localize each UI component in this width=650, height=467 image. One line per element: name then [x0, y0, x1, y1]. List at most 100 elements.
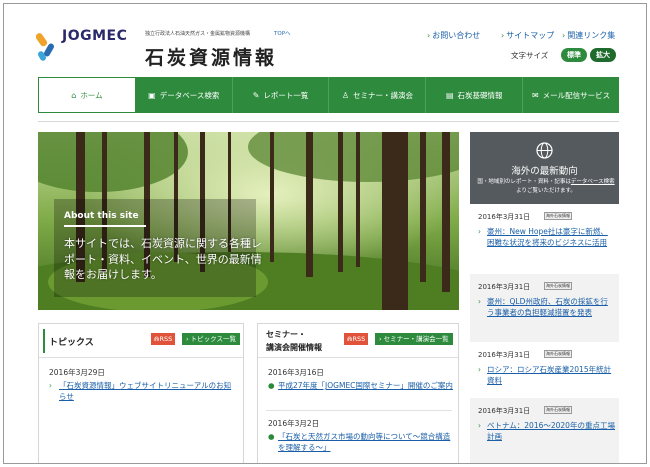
seminar-link-text: 平成27年度「JOGMEC国際セミナー」開催のご案内	[278, 381, 453, 390]
overseas-desc-suffix: よりご覧いただけます。	[516, 188, 576, 194]
seminar-title-line2: 講演会開催情報	[266, 343, 322, 352]
rss-label: RSS	[352, 335, 366, 343]
overseas-item-text: ロシア：ロシア石炭産業2015年統計資料	[487, 365, 612, 385]
section-accent-bar	[43, 329, 45, 353]
topics-section: トピックス ⋒RSS › トピックス一覧 2016年3月29日 › 「石炭資源情報…	[38, 323, 244, 463]
seminar-link-text: 「石炭と天然ガス市場の動向等について～競合構造を理解する～」	[278, 432, 451, 452]
seminar-list-button[interactable]: › セミナー・講演会一覧	[375, 333, 453, 345]
rss-label: RSS	[159, 335, 173, 343]
overseas-item-badge: 海外石炭情報	[544, 212, 572, 220]
overseas-title: 海外の最新動向	[511, 166, 578, 177]
nav-label: ホーム	[80, 90, 103, 100]
page-frame: JOGMEC 独立行政法人石油天然ガス・金属鉱物資源機構 TOPへ 石炭資源情報…	[3, 3, 647, 464]
sitemap-link-label: サイトマップ	[506, 31, 555, 40]
overseas-item-link[interactable]: › ベトナム：2016～2020年の重点工場計画	[478, 420, 615, 442]
about-divider	[64, 225, 146, 227]
arrow-icon: ›	[49, 381, 52, 390]
overseas-item: 2016年3月31日 海外石炭情報 › 豪州：QLD州政府、石炭の採鉱を行う事業者…	[470, 274, 619, 342]
nav-label: メール配信サービス	[542, 90, 611, 100]
forest-image	[38, 132, 459, 310]
overseas-header: 海外の最新動向 国・地域別のレポート・資料・記事はデータベース検索よりご覧いただ…	[470, 132, 619, 204]
top-link[interactable]: TOPへ	[274, 29, 291, 37]
nav-home[interactable]: ⌂ ホーム	[38, 77, 136, 113]
overseas-panel: 海外の最新動向 国・地域別のレポート・資料・記事はデータベース検索よりご覧いただ…	[470, 132, 619, 463]
topic-link[interactable]: › 「石炭資源情報」ウェブサイトリニューアルのお知らせ	[49, 380, 234, 402]
overseas-item-link[interactable]: › ロシア：ロシア石炭産業2015年統計資料	[478, 364, 615, 386]
arrow-icon: ›	[562, 31, 566, 40]
nav-label: データベース検索	[159, 90, 220, 100]
related-links-label: 関連リンク集	[567, 31, 616, 40]
nav-seminars[interactable]: ♙ セミナー・講演会	[329, 77, 427, 113]
overseas-item: 2016年3月31日 海外石炭情報 › 豪州：New Hope社は豪字に新燃、困難…	[470, 204, 619, 274]
site-title[interactable]: 石炭資源情報	[145, 43, 277, 70]
nav-database-search[interactable]: ▣ データベース検索	[136, 77, 233, 113]
database-search-link[interactable]: データベース検索	[571, 179, 615, 185]
topics-list-button[interactable]: › トピックス一覧	[182, 333, 240, 345]
font-size-large-button[interactable]: 拡大	[590, 48, 616, 62]
related-links-link[interactable]: › 関連リンク集	[562, 30, 615, 41]
divider	[266, 410, 452, 411]
overseas-desc-prefix: 国・地域別のレポート・資料・記事は	[477, 179, 571, 185]
nav-coal-basics[interactable]: ▤ 石炭基礎情報	[426, 77, 524, 113]
seminar-date: 2016年3月16日	[268, 368, 324, 377]
overseas-item-text: 豪州：New Hope社は豪字に新燃、困難な状況を将来のビジネスに活用	[487, 227, 608, 247]
font-size-label: 文字サイズ	[511, 51, 549, 60]
seminar-link[interactable]: ● 「石炭と天然ガス市場の動向等について～競合構造を理解する～」	[268, 431, 453, 453]
contact-link[interactable]: › お問い合わせ	[427, 30, 480, 41]
overseas-item: 2016年3月31日 海外石炭情報 › ベトナム：2016～2020年の重点工場計…	[470, 398, 619, 463]
seminar-title: セミナー・講演会開催情報	[266, 328, 322, 354]
mail-icon: ✉	[531, 90, 539, 100]
arrow-icon: ›	[478, 227, 481, 236]
nav-label: セミナー・講演会	[352, 90, 413, 100]
overseas-item-text: 豪州：QLD州政府、石炭の採鉱を行う事業者の負担軽減措置を発表	[487, 297, 608, 317]
pen-icon: ✎	[252, 90, 260, 100]
arrow-icon: ›	[478, 297, 481, 306]
seminar-link[interactable]: ● 平成27年度「JOGMEC国際セミナー」開催のご案内	[268, 380, 453, 391]
book-icon: ▤	[445, 90, 454, 100]
seminar-rss-button[interactable]: ⋒RSS	[344, 333, 369, 345]
arrow-icon: ●	[268, 432, 275, 441]
hero-banner	[38, 132, 459, 310]
nav-label: 石炭基礎情報	[457, 90, 503, 100]
global-nav: ⌂ ホーム ▣ データベース検索 ✎ レポート一覧 ♙ セミナー・講演会 ▤ 石炭基礎情報…	[38, 77, 619, 113]
arrow-icon: ›	[478, 421, 481, 430]
overseas-item-date: 2016年3月31日	[478, 213, 531, 221]
contact-link-label: お問い合わせ	[432, 31, 481, 40]
org-name[interactable]: JOGMEC	[62, 28, 127, 44]
arrow-icon: ›	[478, 365, 481, 374]
topics-header: トピックス ⋒RSS › トピックス一覧	[39, 324, 243, 358]
sitemap-link[interactable]: › サイトマップ	[501, 30, 554, 41]
overseas-desc: 国・地域別のレポート・資料・記事はデータベース検索よりご覧いただけます。	[476, 178, 616, 196]
overseas-item-date: 2016年3月31日	[478, 351, 531, 359]
nav-reports[interactable]: ✎ レポート一覧	[233, 77, 330, 113]
overseas-item-link[interactable]: › 豪州：New Hope社は豪字に新燃、困難な状況を将来のビジネスに活用	[478, 226, 615, 248]
database-icon: ▣	[148, 90, 156, 100]
home-icon: ⌂	[71, 90, 77, 100]
topic-date: 2016年3月29日	[49, 368, 105, 377]
about-title: About this site	[64, 211, 139, 221]
overseas-item: 2016年3月31日 海外石炭情報 › ロシア：ロシア石炭産業2015年統計資料	[470, 342, 619, 398]
nav-label: レポート一覧	[263, 90, 309, 100]
divider	[38, 121, 619, 122]
overseas-item-text: ベトナム：2016～2020年の重点工場計画	[487, 421, 615, 441]
seminar-list-label: セミナー・講演会一覧	[383, 335, 449, 343]
nav-mail-service[interactable]: ✉ メール配信サービス	[523, 77, 619, 113]
font-size-standard-button[interactable]: 標準	[561, 48, 587, 62]
seminar-section: セミナー・講演会開催情報 ⋒RSS › セミナー・講演会一覧 2016年3月16…	[257, 323, 459, 463]
overseas-item-date: 2016年3月31日	[478, 283, 531, 291]
arrow-icon: ●	[268, 381, 275, 390]
seminar-title-line1: セミナー・	[266, 330, 306, 339]
about-text: 本サイトでは、石炭資源に関する各種レポート・資料、イベント、世界の最新情報をお届…	[64, 237, 262, 281]
seminar-date: 2016年3月2日	[268, 419, 320, 428]
overseas-item-link[interactable]: › 豪州：QLD州政府、石炭の採鉱を行う事業者の負担軽減措置を発表	[478, 296, 615, 318]
overseas-item-date: 2016年3月31日	[478, 407, 531, 415]
overseas-item-badge: 海外石炭情報	[544, 282, 572, 290]
overseas-item-badge: 海外石炭情報	[544, 406, 572, 414]
arrow-icon: ›	[427, 31, 431, 40]
topic-link-text: 「石炭資源情報」ウェブサイトリニューアルのお知らせ	[59, 381, 232, 401]
globe-icon	[536, 142, 553, 159]
topics-rss-button[interactable]: ⋒RSS	[151, 333, 176, 345]
topics-list-label: トピックス一覧	[190, 335, 236, 343]
topics-title: トピックス	[49, 338, 94, 348]
person-icon: ♙	[341, 90, 349, 100]
